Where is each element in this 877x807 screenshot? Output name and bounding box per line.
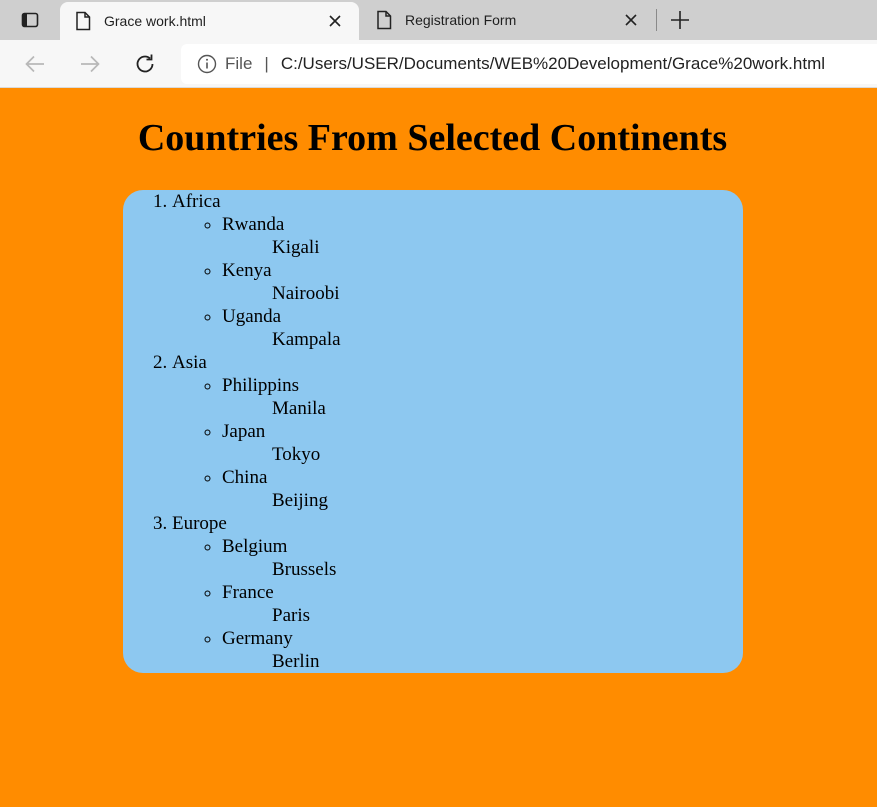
- url-scheme-label: File: [225, 54, 253, 73]
- page-icon: [376, 10, 392, 30]
- country-name: Philippins: [222, 375, 300, 396]
- tab-actions-icon: [21, 12, 39, 28]
- plus-icon: [671, 11, 689, 29]
- capital-name: Paris: [272, 605, 310, 626]
- tab-bar: Grace work.html Registration Form: [0, 0, 877, 40]
- forward-arrow-icon: [81, 55, 100, 73]
- country-item: Uganda Kampala: [222, 305, 743, 351]
- continent-name: Asia: [172, 352, 207, 373]
- page-icon: [75, 11, 91, 31]
- continent-name: Europe: [172, 513, 227, 534]
- forward-button[interactable]: [76, 50, 104, 78]
- continent-item: Europe Belgium Brussels France Paris Ger…: [172, 512, 743, 673]
- page-viewport: Countries From Selected Continents Afric…: [0, 88, 877, 807]
- info-icon[interactable]: [197, 54, 217, 74]
- capital-name: Berlin: [272, 651, 320, 672]
- country-name: Japan: [222, 421, 266, 442]
- back-button[interactable]: [21, 50, 49, 78]
- tab-actions-button[interactable]: [8, 7, 52, 33]
- continent-item: Africa Rwanda Kigali Kenya Nairoobi Ugan…: [172, 190, 743, 351]
- country-name: Kenya: [222, 260, 272, 281]
- capital-name: Kampala: [272, 329, 341, 350]
- country-item: France Paris: [222, 581, 743, 627]
- capital-name: Beijing: [272, 490, 328, 511]
- country-name: China: [222, 467, 268, 488]
- country-name: Germany: [222, 628, 293, 649]
- capital-name: Tokyo: [272, 444, 321, 465]
- country-name: Uganda: [222, 306, 282, 327]
- country-item: Japan Tokyo: [222, 420, 743, 466]
- country-list: Philippins Manila Japan Tokyo China Beij…: [172, 374, 743, 512]
- country-list: Belgium Brussels France Paris Germany Be…: [172, 535, 743, 673]
- capital-name: Brussels: [272, 559, 337, 580]
- country-item: Kenya Nairoobi: [222, 259, 743, 305]
- page-heading: Countries From Selected Continents: [137, 117, 728, 159]
- capital-name: Nairoobi: [272, 283, 340, 304]
- continent-item: Asia Philippins Manila Japan Tokyo China…: [172, 351, 743, 512]
- tab-grace-work[interactable]: Grace work.html: [60, 2, 359, 40]
- url-text[interactable]: C:/Users/USER/Documents/WEB%20Developmen…: [281, 54, 825, 74]
- country-item: Philippins Manila: [222, 374, 743, 420]
- country-name: Rwanda: [222, 214, 285, 235]
- tab-title: Grace work.html: [104, 13, 206, 29]
- tab-registration-form[interactable]: Registration Form: [361, 0, 655, 40]
- country-name: Belgium: [222, 536, 288, 557]
- country-name: France: [222, 582, 274, 603]
- refresh-button[interactable]: [131, 50, 159, 78]
- close-tab-icon[interactable]: [621, 10, 641, 30]
- back-arrow-icon: [25, 55, 44, 73]
- continents-box: Africa Rwanda Kigali Kenya Nairoobi Ugan…: [123, 190, 743, 673]
- country-item: China Beijing: [222, 466, 743, 512]
- close-tab-icon[interactable]: [325, 11, 345, 31]
- country-item: Belgium Brussels: [222, 535, 743, 581]
- continent-list: Africa Rwanda Kigali Kenya Nairoobi Ugan…: [123, 190, 743, 673]
- browser-toolbar: File | C:/Users/USER/Documents/WEB%20Dev…: [0, 40, 877, 88]
- address-bar[interactable]: File | C:/Users/USER/Documents/WEB%20Dev…: [181, 44, 877, 84]
- country-item: Rwanda Kigali: [222, 213, 743, 259]
- capital-name: Kigali: [272, 237, 320, 258]
- country-item: Germany Berlin: [222, 627, 743, 673]
- capital-name: Manila: [272, 398, 326, 419]
- country-list: Rwanda Kigali Kenya Nairoobi Uganda Kamp…: [172, 213, 743, 351]
- refresh-icon: [136, 54, 154, 73]
- new-tab-button[interactable]: [667, 8, 693, 32]
- url-divider: |: [264, 54, 269, 73]
- tab-separator: [656, 9, 657, 31]
- tab-title: Registration Form: [405, 12, 517, 28]
- continent-name: Africa: [172, 191, 221, 212]
